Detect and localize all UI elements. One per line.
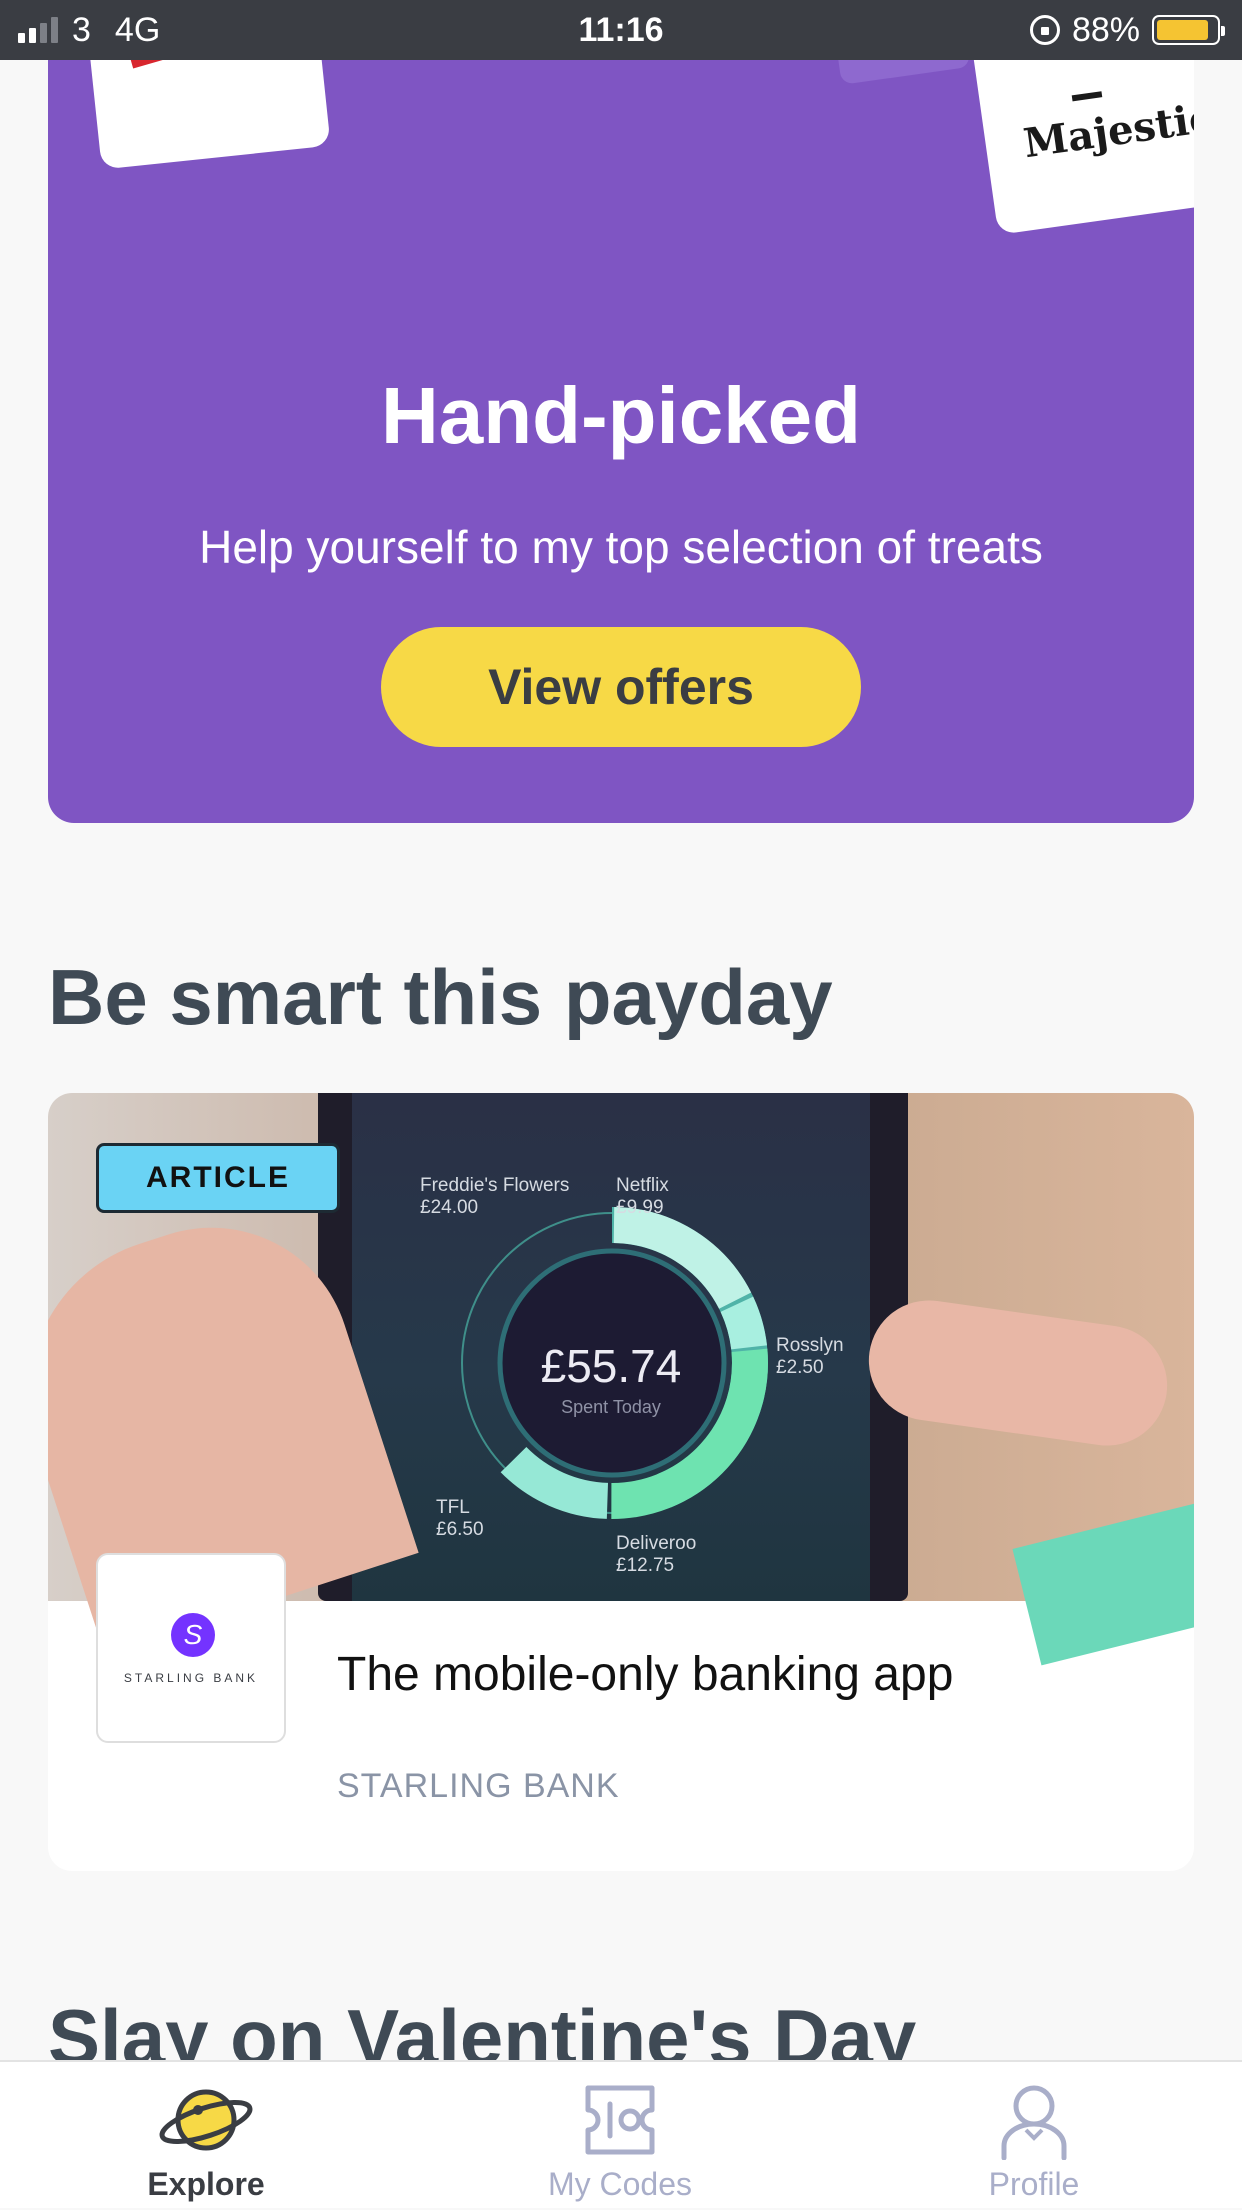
starling-bank-logo: S STARLING BANK	[96, 1553, 286, 1743]
view-offers-button[interactable]: View offers	[381, 627, 861, 747]
tab-profile[interactable]: Profile	[884, 2062, 1184, 2210]
segment-label-tfl: TFL £6.50	[436, 1497, 484, 1540]
segment-label-netflix: Netflix £9.99	[616, 1175, 669, 1218]
segment-label-rosslyn: Rosslyn £2.50	[776, 1335, 844, 1378]
hand-picked-banner: Majestic Hand-picked Help yourself to my…	[48, 40, 1194, 823]
article-title: The mobile-only banking app	[337, 1648, 954, 1701]
phone-screen: £55.74 Spent Today Freddie's Flowers £24…	[352, 1093, 870, 1601]
banner-title: Hand-picked	[380, 371, 862, 460]
segment-label-deliveroo: Deliveroo £12.75	[616, 1533, 697, 1576]
tab-label-profile: Profile	[988, 2166, 1080, 2202]
banner-subtitle: Help yourself to my top selection of tre…	[199, 521, 1043, 573]
status-bar: 3 4G 11:16 88%	[0, 0, 1242, 60]
ticket-icon	[585, 2085, 655, 2155]
starling-logo-icon: S	[171, 1613, 215, 1657]
segment-label-freddies: Freddie's Flowers £24.00	[420, 1175, 570, 1218]
article-card[interactable]: £55.74 Spent Today Freddie's Flowers £24…	[48, 1093, 1194, 1871]
section-title-payday: Be smart this payday	[48, 953, 833, 1041]
tab-explore[interactable]: Explore	[56, 2062, 356, 2210]
majestic-logo-icon	[1068, 67, 1103, 102]
status-right: 88%	[1029, 0, 1225, 60]
battery-percent: 88%	[1071, 10, 1140, 49]
logo-text: STARLING BANK	[123, 1671, 259, 1685]
user-icon	[1001, 2085, 1067, 2160]
planet-icon	[159, 2089, 253, 2151]
brand-name: Majestic	[1020, 94, 1194, 168]
brand-card-majestic[interactable]: Majestic	[967, 40, 1194, 235]
article-badge: ARTICLE	[96, 1143, 340, 1213]
tab-label-my-codes: My Codes	[547, 2166, 693, 2202]
battery-icon	[1152, 15, 1225, 45]
tab-my-codes[interactable]: My Codes	[470, 2062, 770, 2210]
battery-fill	[1157, 20, 1209, 40]
spent-today-caption: Spent Today	[561, 1397, 661, 1417]
tab-label-explore: Explore	[147, 2166, 265, 2202]
article-source: STARLING BANK	[337, 1767, 620, 1805]
decorative-shape	[1012, 1500, 1194, 1666]
orientation-lock-icon	[1029, 15, 1060, 45]
hand-finger	[861, 1292, 1175, 1454]
bottom-tab-bar: Explore My Codes Profile	[0, 2060, 1242, 2208]
